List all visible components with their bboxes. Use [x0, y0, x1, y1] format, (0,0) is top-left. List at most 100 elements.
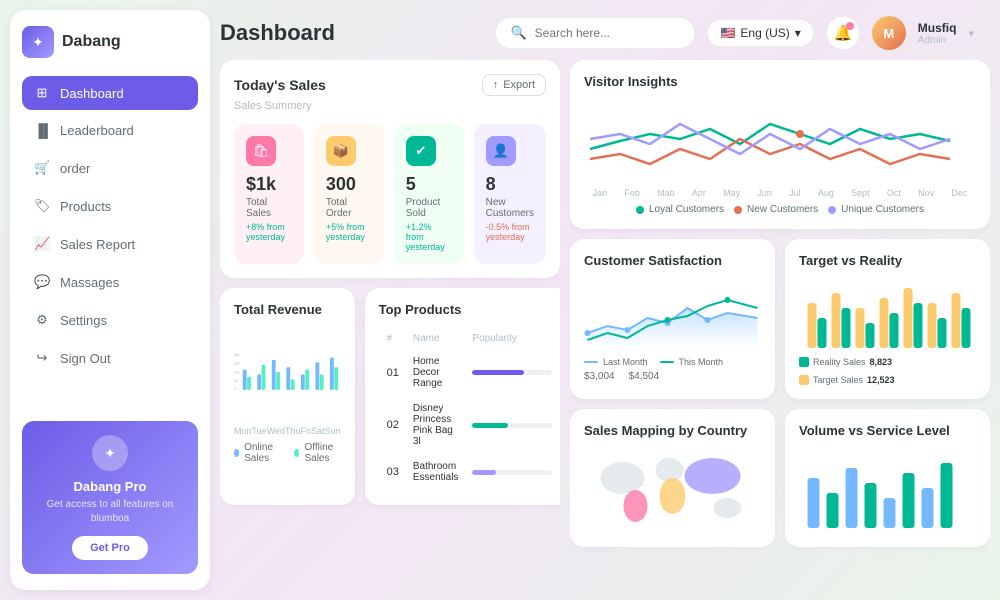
stat-new-customers: 👤 8 New Customers -0.5% from yesterday [474, 124, 546, 264]
total-order-label: Total Order [326, 197, 372, 219]
signout-icon: ↪ [34, 350, 50, 366]
bottom-left-grid: Total Revenue 35k 25k 15k 5k 0 [220, 288, 560, 505]
target-title: Target vs Reality [799, 253, 976, 268]
leaderboard-icon: ▐▌ [34, 123, 50, 138]
settings-icon: ⚙ [34, 312, 50, 328]
table-row: 03 Bathroom Essentials 18% [381, 455, 560, 489]
stat-total-sales: 🛍 $1k Total Sales +8% from yesterday [234, 124, 304, 264]
visitor-month-labels: JanFebMabAprMayJunJulAugSeptOctNovDec [584, 188, 976, 198]
row1-num: 01 [381, 350, 405, 395]
search-input[interactable] [535, 26, 675, 40]
sidebar-item-messages[interactable]: 💬 Massages [22, 265, 198, 299]
bottom-right-grid: Sales Mapping by Country [570, 409, 990, 547]
sales-subtitle: Sales Summery [234, 100, 546, 112]
user-chevron-icon: ▾ [968, 27, 974, 40]
visitor-chart [584, 99, 976, 179]
notifications-button[interactable]: 🔔 [826, 16, 860, 50]
brand-name: Dabang [62, 33, 121, 51]
product-sold-icon: ✔ [406, 136, 436, 166]
col-num: # [381, 329, 405, 348]
products-icon: 🏷 [34, 198, 50, 214]
volume-service-card: Volume vs Service Level [785, 409, 990, 547]
row3-num: 03 [381, 455, 405, 489]
top-products-card: Top Products # Name Popularity Sales [365, 288, 560, 505]
row1-popularity [466, 350, 558, 395]
stat-product-sold: ✔ 5 Product Sold +1.2% from yesterday [394, 124, 464, 264]
total-sales-change: +8% from yesterday [246, 222, 292, 242]
avatar: M [872, 16, 906, 50]
logo-icon: ✦ [22, 26, 54, 58]
middle-right-grid: Customer Satisfaction [570, 239, 990, 399]
left-column: Today's Sales ↑ Export Sales Summery 🛍 $… [220, 60, 560, 590]
pro-title: Dabang Pro [36, 479, 184, 494]
new-customers-change: -0.5% from yesterday [486, 222, 534, 242]
main-content: Dashboard 🔍 🇺🇸 Eng (US) ▾ 🔔 M Musfiq Adm… [220, 0, 1000, 600]
product-sold-change: +1.2% from yesterday [406, 222, 452, 252]
total-order-value: 300 [326, 174, 372, 195]
volume-chart [799, 448, 976, 528]
total-order-change: +5% from yesterday [326, 222, 372, 242]
new-customers-label: New Customers [486, 197, 534, 219]
sidebar-item-products[interactable]: 🏷 Products [22, 189, 198, 223]
right-column: Visitor Insights JanFebMabAprMayJunJulAu… [570, 60, 990, 590]
sidebar-item-sales-report[interactable]: 📈 Sales Report [22, 227, 198, 261]
dashboard-grid: Today's Sales ↑ Export Sales Summery 🛍 $… [220, 60, 990, 590]
satisfaction-values: $3,004 $4,504 [584, 371, 761, 382]
revenue-chart-labels: MonTueWedThuFriSatSun [234, 426, 341, 436]
row3-name: Bathroom Essentials [407, 455, 465, 489]
row2-popularity [466, 397, 558, 453]
sidebar-item-signout[interactable]: ↪ Sign Out [22, 341, 198, 375]
sidebar-item-settings[interactable]: ⚙ Settings [22, 303, 198, 337]
table-row: 02 Disney Princess Pink Bag 3l 29% [381, 397, 560, 453]
sales-icon: 📈 [34, 236, 50, 252]
user-role: Admin [918, 35, 957, 46]
header: Dashboard 🔍 🇺🇸 Eng (US) ▾ 🔔 M Musfiq Adm… [220, 10, 990, 60]
world-map [584, 448, 761, 528]
sidebar-item-leaderboard[interactable]: ▐▌ Leaderboard [22, 114, 198, 147]
svg-text:35k: 35k [234, 353, 240, 357]
pro-widget: ✦ Dabang Pro Get access to all features … [22, 421, 198, 574]
total-sales-value: $1k [246, 174, 292, 195]
total-sales-label: Total Sales [246, 197, 292, 219]
stats-grid: 🛍 $1k Total Sales +8% from yesterday 📦 3… [234, 124, 546, 264]
export-button[interactable]: ↑ Export [482, 74, 546, 96]
language-selector[interactable]: 🇺🇸 Eng (US) ▾ [707, 19, 813, 47]
todays-sales-card: Today's Sales ↑ Export Sales Summery 🛍 $… [220, 60, 560, 278]
row3-popularity [466, 455, 558, 489]
notification-dot [846, 22, 854, 30]
sales-mapping-card: Sales Mapping by Country [570, 409, 775, 547]
visitor-insights-card: Visitor Insights JanFebMabAprMayJunJulAu… [570, 60, 990, 229]
row2-num: 02 [381, 397, 405, 453]
svg-text:25k: 25k [234, 362, 240, 366]
flag-icon: 🇺🇸 [720, 26, 735, 40]
sidebar-item-dashboard[interactable]: ⊞ Dashboard [22, 76, 198, 110]
product-sold-value: 5 [406, 174, 452, 195]
total-order-icon: 📦 [326, 136, 356, 166]
customer-satisfaction-card: Customer Satisfaction [570, 239, 775, 399]
col-popularity: Popularity [466, 329, 558, 348]
messages-icon: 💬 [34, 274, 50, 290]
order-icon: 🛒 [34, 160, 50, 176]
row2-name: Disney Princess Pink Bag 3l [407, 397, 465, 453]
user-info: Musfiq Admin [918, 21, 957, 46]
visitor-title: Visitor Insights [584, 74, 976, 89]
target-vs-reality-card: Target vs Reality [785, 239, 990, 399]
chevron-down-icon: ▾ [795, 26, 801, 40]
sidebar-item-order[interactable]: 🛒 order [22, 151, 198, 185]
satisfaction-chart [584, 278, 761, 348]
revenue-title: Total Revenue [234, 302, 341, 317]
volume-title: Volume vs Service Level [799, 423, 976, 438]
svg-text:0: 0 [234, 387, 236, 391]
satisfaction-title: Customer Satisfaction [584, 253, 761, 268]
new-customers-icon: 👤 [486, 136, 516, 166]
total-revenue-card: Total Revenue 35k 25k 15k 5k 0 [220, 288, 355, 505]
product-sold-label: Product Sold [406, 197, 452, 219]
search-bar[interactable]: 🔍 [495, 17, 695, 49]
svg-text:5k: 5k [234, 379, 238, 383]
visitor-legend: Loyal Customers New Customers Unique Cus… [584, 204, 976, 215]
todays-sales-title: Today's Sales [234, 77, 326, 93]
sales-mapping-title: Sales Mapping by Country [584, 423, 761, 438]
get-pro-button[interactable]: Get Pro [72, 536, 148, 560]
sidebar-logo: ✦ Dabang [22, 26, 198, 58]
total-sales-icon: 🛍 [246, 136, 276, 166]
